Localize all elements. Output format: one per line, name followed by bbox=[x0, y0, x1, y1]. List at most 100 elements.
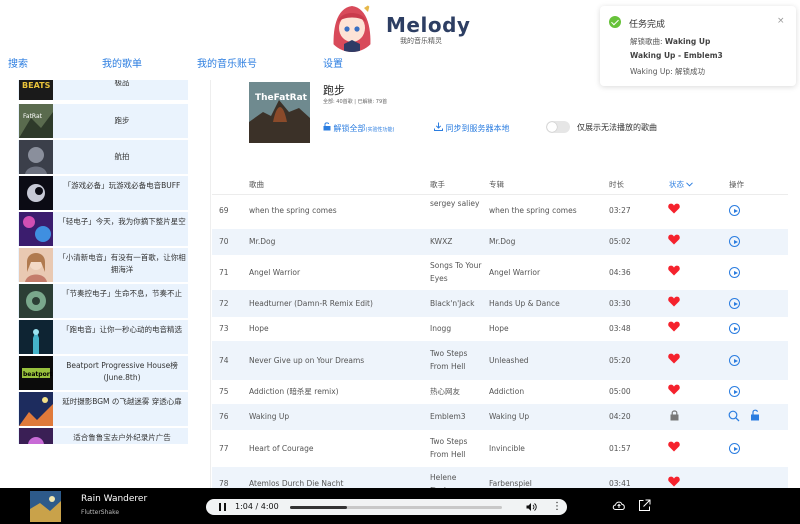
row-number: 70 bbox=[219, 237, 229, 246]
heart-icon[interactable] bbox=[668, 476, 680, 487]
playlist-item[interactable]: 「小清新电音」有没有一首歌，让你相拥海洋 bbox=[18, 248, 188, 282]
play-icon[interactable] bbox=[729, 443, 740, 454]
playlist-item[interactable]: 「节奏控电子」生命不息，节奏不止 bbox=[18, 284, 188, 318]
sync-button[interactable]: 同步到服务器本地 bbox=[434, 122, 510, 134]
column-status-sort[interactable]: 状态 bbox=[669, 179, 694, 190]
playlist-item[interactable]: beatport Beatport Progressive House榜(Jun… bbox=[18, 356, 188, 390]
playlist-item[interactable]: 「游戏必备」玩游戏必备电音BUFF bbox=[18, 176, 188, 210]
row-artist[interactable]: Helene Fischer bbox=[430, 471, 484, 488]
playlist-item[interactable]: 「轻电子」今天，我为你摘下整片星空 bbox=[18, 212, 188, 246]
table-row[interactable]: 77 Heart of Courage Two Steps From Hell … bbox=[212, 430, 788, 467]
row-artist[interactable]: Black'n'Jack bbox=[430, 297, 474, 310]
play-icon[interactable] bbox=[729, 205, 740, 216]
nav-my-music-account[interactable]: 我的音乐账号 bbox=[197, 55, 257, 70]
row-song[interactable]: Hope bbox=[249, 322, 269, 335]
playlist-item[interactable]: 延时摄影BGM の飞越迷雾 穿透心扉 bbox=[18, 392, 188, 426]
row-song[interactable]: Heart of Courage bbox=[249, 442, 314, 455]
playlist-item[interactable]: 航拍 bbox=[18, 140, 188, 174]
pause-icon[interactable] bbox=[219, 503, 226, 511]
row-album[interactable]: Unleashed bbox=[489, 354, 529, 367]
close-icon[interactable]: × bbox=[777, 16, 785, 26]
row-album[interactable]: Addiction bbox=[489, 385, 524, 398]
play-icon[interactable] bbox=[729, 298, 740, 309]
row-artist[interactable]: Inogg bbox=[430, 322, 451, 335]
row-number: 75 bbox=[219, 387, 229, 396]
row-song[interactable]: Never Give up on Your Dreams bbox=[249, 354, 364, 367]
table-row[interactable]: 76 Waking Up Emblem3 Waking Up 04:20 bbox=[212, 404, 788, 430]
row-number: 73 bbox=[219, 324, 229, 333]
search-icon[interactable] bbox=[728, 410, 740, 422]
svg-text:FatRat: FatRat bbox=[23, 113, 43, 120]
row-album[interactable]: Angel Warrior bbox=[489, 266, 540, 279]
row-artist[interactable]: KWXZ bbox=[430, 235, 452, 248]
divider bbox=[210, 80, 211, 488]
row-album[interactable]: Farbenspiel bbox=[489, 477, 532, 488]
playlist-cover bbox=[19, 284, 53, 318]
row-album[interactable]: Hands Up & Dance bbox=[489, 297, 560, 310]
row-artist[interactable]: Two Steps From Hell bbox=[430, 347, 484, 373]
table-row[interactable]: 75 Addiction (暗杀星 remix) 热心网友 Addiction … bbox=[212, 380, 788, 404]
nav-my-playlists[interactable]: 我的歌单 bbox=[102, 55, 142, 70]
playlist-item[interactable]: 「跑电音」让你一秒心动的电音精选 bbox=[18, 320, 188, 354]
table-row[interactable]: 69 when the spring comes sergey saliey w… bbox=[212, 195, 788, 229]
table-row[interactable]: 73 Hope Inogg Hope 03:48 bbox=[212, 317, 788, 341]
table-row[interactable]: 71 Angel Warrior Songs To Your Eyes Ange… bbox=[212, 255, 788, 290]
seek-bar[interactable] bbox=[290, 506, 502, 509]
playlist-item[interactable]: BEATS 极品 bbox=[18, 80, 188, 100]
playlist-item[interactable]: FatRat 跑步 bbox=[18, 104, 188, 138]
heart-icon[interactable] bbox=[668, 441, 680, 452]
row-song[interactable]: Headturner (Damn-R Remix Edit) bbox=[249, 297, 373, 310]
toast-line-1-value: Waking Up bbox=[664, 37, 711, 46]
playable-filter-toggle[interactable] bbox=[546, 121, 570, 133]
row-album[interactable]: Hope bbox=[489, 322, 509, 335]
unlock-icon[interactable] bbox=[750, 409, 760, 421]
row-album[interactable]: Invincible bbox=[489, 442, 525, 455]
more-options-icon[interactable]: ⋮ bbox=[552, 501, 562, 512]
unlock-all-button[interactable]: 解锁全部(实验性功能) bbox=[323, 122, 394, 134]
heart-icon[interactable] bbox=[668, 234, 680, 245]
volume-icon[interactable] bbox=[526, 502, 537, 512]
app-subtitle: 我的音乐精灵 bbox=[400, 37, 442, 45]
table-row[interactable]: 74 Never Give up on Your Dreams Two Step… bbox=[212, 341, 788, 380]
row-song[interactable]: Mr.Dog bbox=[249, 235, 275, 248]
table-row[interactable]: 78 Atemlos Durch Die Nacht Helene Fische… bbox=[212, 467, 788, 488]
nav-settings[interactable]: 设置 bbox=[323, 55, 343, 70]
toast-title: 任务完成 bbox=[629, 20, 666, 30]
row-album[interactable]: when the spring comes bbox=[489, 204, 577, 217]
play-icon[interactable] bbox=[729, 267, 740, 278]
row-artist[interactable]: Songs To Your Eyes bbox=[430, 259, 484, 285]
heart-icon[interactable] bbox=[668, 384, 680, 395]
row-album[interactable]: Mr.Dog bbox=[489, 235, 515, 248]
play-icon[interactable] bbox=[729, 323, 740, 334]
playlist-label: 「节奏控电子」生命不息，节奏不止 bbox=[62, 289, 182, 298]
playlist-cover bbox=[19, 392, 53, 426]
heart-icon[interactable] bbox=[668, 296, 680, 307]
heart-icon[interactable] bbox=[668, 203, 680, 214]
heart-icon[interactable] bbox=[668, 321, 680, 332]
playlist-item[interactable]: 适合鲁鲁宝去户外纪录片广告 bbox=[18, 428, 188, 444]
svg-text:beatport: beatport bbox=[23, 371, 53, 378]
row-song[interactable]: Angel Warrior bbox=[249, 266, 300, 279]
now-playing-cover bbox=[30, 491, 61, 522]
cloud-upload-icon[interactable] bbox=[612, 498, 626, 512]
heart-icon[interactable] bbox=[668, 265, 680, 276]
table-row[interactable]: 72 Headturner (Damn-R Remix Edit) Black'… bbox=[212, 290, 788, 317]
row-artist[interactable]: 热心网友 bbox=[430, 385, 460, 398]
row-artist[interactable]: sergey saliey bbox=[430, 197, 484, 210]
external-link-icon[interactable] bbox=[638, 499, 651, 512]
play-icon[interactable] bbox=[729, 236, 740, 247]
play-icon[interactable] bbox=[729, 386, 740, 397]
row-song[interactable]: Waking Up bbox=[249, 410, 289, 423]
row-number: 69 bbox=[219, 206, 229, 215]
row-artist[interactable]: Emblem3 bbox=[430, 410, 466, 423]
row-song[interactable]: Addiction (暗杀星 remix) bbox=[249, 385, 339, 398]
row-song[interactable]: Atemlos Durch Die Nacht bbox=[249, 477, 343, 488]
row-song[interactable]: when the spring comes bbox=[249, 204, 337, 217]
table-row[interactable]: 70 Mr.Dog KWXZ Mr.Dog 05:02 bbox=[212, 229, 788, 255]
nav-search[interactable]: 搜索 bbox=[8, 55, 28, 70]
toast-line-2-text: Waking Up - Emblem3 bbox=[630, 51, 723, 60]
play-icon[interactable] bbox=[729, 355, 740, 366]
heart-icon[interactable] bbox=[668, 353, 680, 364]
row-album[interactable]: Waking Up bbox=[489, 410, 529, 423]
row-artist[interactable]: Two Steps From Hell bbox=[430, 435, 484, 461]
